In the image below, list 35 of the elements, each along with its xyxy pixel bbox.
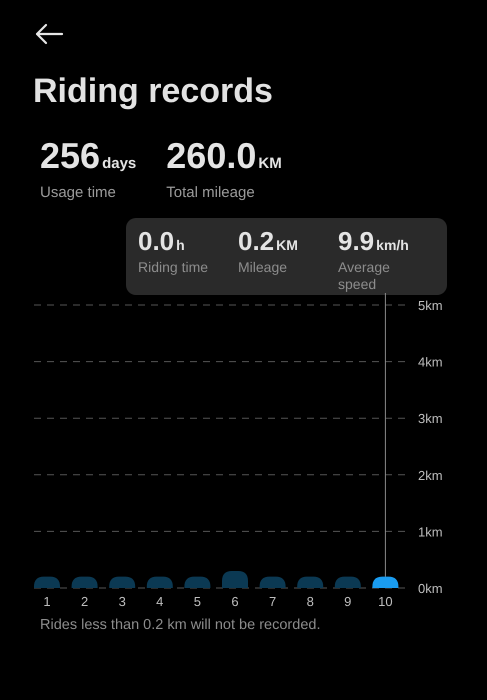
y-axis-label: 5km [418,298,443,313]
stat-value: 260.0 [166,138,256,174]
x-axis-label: 7 [268,594,276,609]
y-axis-label: 4km [418,354,443,370]
x-axis-label: 9 [344,594,352,609]
detail-label: Average speed [338,259,391,293]
stat-value: 256 [40,138,100,174]
stat-label: Total mileage [166,182,256,202]
bar[interactable] [372,576,398,588]
x-axis-label: 8 [306,594,314,609]
footnote: Rides less than 0.2 km will not be recorded. [40,616,322,635]
detail-value: 0.0 [138,228,174,254]
y-axis-label: 3km [418,411,443,426]
x-axis-label: 5 [194,594,202,609]
y-axis-label: 2km [418,468,443,483]
x-axis-label: 1 [43,594,51,609]
page-title: Riding records [33,74,274,108]
detail-label: Mileage [238,259,288,276]
y-axis-label: 1km [418,524,443,540]
x-axis-label: 2 [80,594,88,609]
y-axis-label: 0km [418,581,443,596]
x-axis-label: 10 [378,594,393,609]
stat-unit: KM [258,154,282,174]
detail-unit: KM [276,236,298,255]
detail-unit: h [176,236,185,255]
detail-unit: km/h [376,236,409,255]
back-arrow-icon[interactable] [34,22,64,46]
x-axis-label: 6 [231,594,239,609]
detail-value: 0.2 [238,228,274,254]
detail-value: 9.9 [338,228,374,254]
stat-label: Usage time [40,182,117,202]
detail-label: Riding time [138,259,210,276]
x-axis-label: 4 [156,594,164,609]
x-axis-label: 3 [118,594,126,609]
stat-unit: days [102,154,136,174]
